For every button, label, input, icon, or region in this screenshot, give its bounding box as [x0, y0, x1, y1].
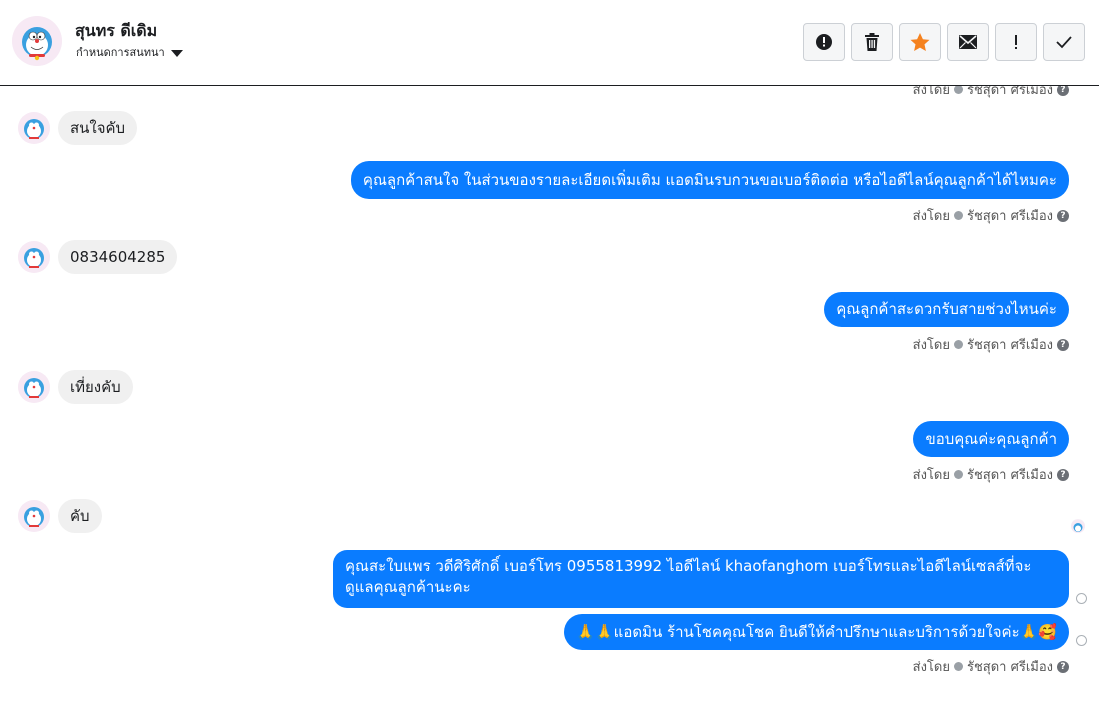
contact-avatar-small[interactable]	[18, 112, 50, 144]
message-bubble[interactable]: 0834604285	[58, 240, 178, 274]
contact-avatar-small[interactable]	[18, 371, 50, 403]
message-bubble[interactable]: เที่ยงคับ	[58, 370, 133, 404]
assign-label: กำหนดการสนทนา	[76, 46, 165, 59]
mark-done-button[interactable]	[1043, 23, 1085, 61]
outgoing-message-bubble[interactable]: คุณลูกค้าสะดวกรับสายช่วงไหนค่ะ	[824, 292, 1069, 327]
sent-by-line: ส่งโดย รัชสุดา ศรีเมือง ?	[913, 656, 1069, 677]
incoming-message: เที่ยงคับ	[18, 370, 133, 404]
sent-by-line: ส่งโดย รัชสุดา ศรีเมือง ?	[913, 464, 1069, 485]
outgoing-message-bubble[interactable]: 🙏🙏แอดมิน ร้านโชคคุณโชค ยินดีให้คำปรึกษาแ…	[564, 614, 1069, 650]
sent-by-line: ส่งโดย รัชสุดา ศรีเมือง ?	[913, 205, 1069, 226]
star-button[interactable]	[899, 23, 941, 61]
trash-icon	[865, 33, 879, 51]
status-dot-icon	[953, 470, 963, 479]
sent-by-prefix: ส่งโดย	[912, 468, 950, 483]
status-dot-icon	[953, 85, 963, 94]
delivered-check-icon	[1076, 593, 1087, 604]
delete-button[interactable]	[851, 23, 893, 61]
contact-avatar[interactable]	[12, 16, 62, 66]
mark-unread-button[interactable]	[947, 23, 989, 61]
contact-avatar-small[interactable]	[18, 500, 50, 532]
check-icon	[1056, 36, 1072, 49]
help-icon[interactable]: ?	[1057, 660, 1069, 673]
message-bubble[interactable]: สนใจคับ	[58, 111, 138, 145]
help-icon[interactable]: ?	[1057, 209, 1069, 222]
outgoing-message-bubble[interactable]: ขอบคุณค่ะคุณลูกค้า	[913, 421, 1069, 457]
caret-down-icon	[170, 49, 183, 57]
incoming-message: คับ	[18, 499, 102, 533]
sent-by-agent: รัชสุดา ศรีเมือง	[966, 468, 1053, 483]
exclamation-icon	[1015, 35, 1017, 49]
sent-by-agent: รัชสุดา ศรีเมือง	[966, 660, 1053, 675]
star-icon	[910, 32, 930, 51]
help-icon[interactable]: ?	[1057, 338, 1069, 351]
sent-by-agent: รัชสุดา ศรีเมือง	[966, 209, 1053, 224]
seen-by-avatar	[1071, 519, 1085, 533]
conversation-toolbar	[803, 23, 1085, 61]
message-thread[interactable]: ส่งโดย รัชสุดา ศรีเมือง ? สนใจคับ คุณลูก…	[0, 83, 1099, 707]
conversation-header: สุนทร ดีเดิม กำหนดการสนทนา	[0, 0, 1099, 86]
assign-conversation-dropdown[interactable]: กำหนดการสนทนา	[76, 43, 183, 61]
sent-by-line: ส่งโดย รัชสุดา ศรีเมือง ?	[913, 334, 1069, 355]
contact-name: สุนทร ดีเดิม	[75, 21, 158, 40]
incoming-message: สนใจคับ	[18, 111, 138, 145]
envelope-icon	[959, 35, 977, 49]
follow-up-button[interactable]	[995, 23, 1037, 61]
delivered-check-icon	[1076, 635, 1087, 646]
contact-avatar-small[interactable]	[18, 241, 50, 273]
sent-by-agent: รัชสุดา ศรีเมือง	[966, 338, 1053, 353]
outgoing-message-bubble[interactable]: คุณสะใบแพร วดีศิริศักดิ์ เบอร์โทร 095581…	[333, 550, 1069, 608]
status-dot-icon	[953, 662, 963, 671]
alert-circle-icon	[816, 34, 832, 50]
sent-by-prefix: ส่งโดย	[912, 660, 950, 675]
help-icon[interactable]: ?	[1057, 468, 1069, 481]
status-dot-icon	[953, 340, 963, 349]
sent-by-prefix: ส่งโดย	[912, 209, 950, 224]
status-dot-icon	[953, 211, 963, 220]
mark-spam-button[interactable]	[803, 23, 845, 61]
message-bubble[interactable]: คับ	[58, 499, 102, 533]
sent-by-prefix: ส่งโดย	[912, 338, 950, 353]
outgoing-message-bubble[interactable]: คุณลูกค้าสนใจ ในส่วนของรายละเอียดเพิ่มเต…	[350, 161, 1069, 199]
incoming-message: 0834604285	[18, 240, 178, 274]
